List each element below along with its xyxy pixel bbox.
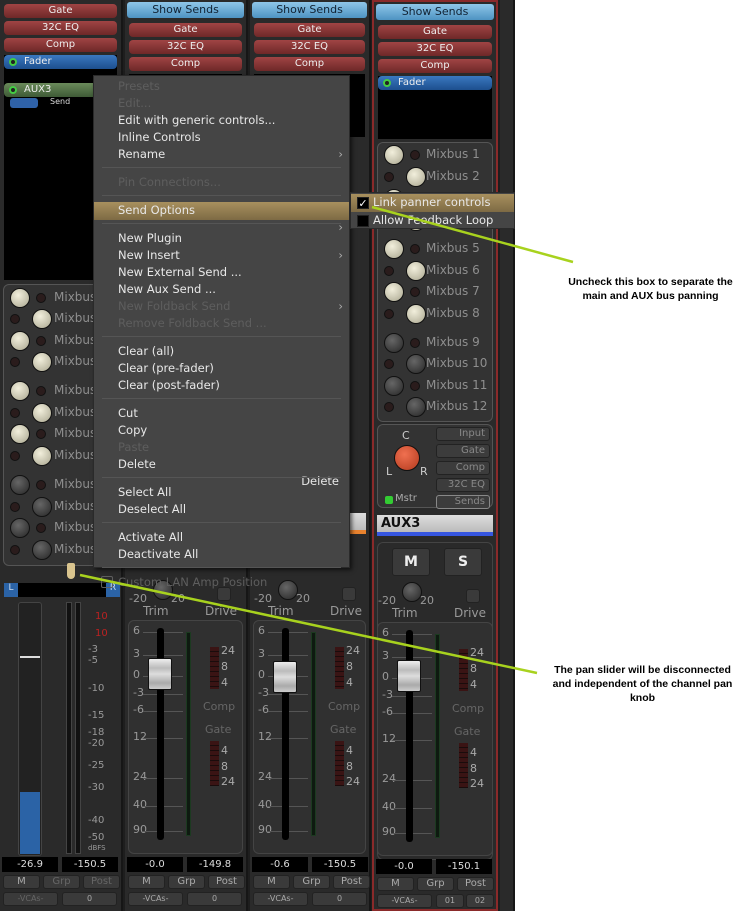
annotation-arrows <box>79 205 574 675</box>
annotation-arrow-1 <box>371 205 574 264</box>
annotation-arrow-2 <box>79 573 538 675</box>
